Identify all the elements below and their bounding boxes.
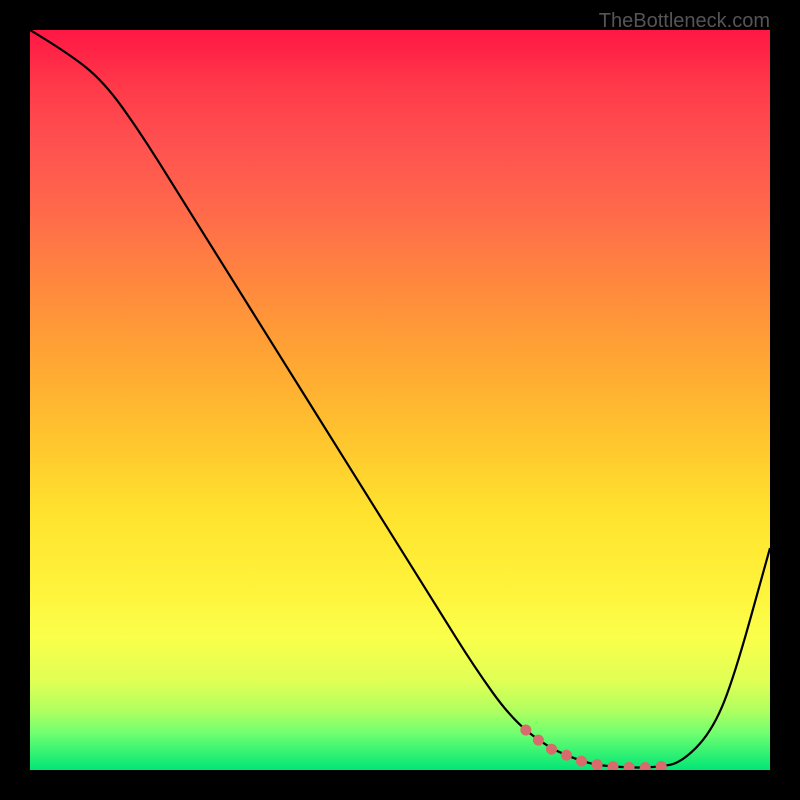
highlight-region [526, 730, 674, 768]
watermark-text: TheBottleneck.com [599, 10, 770, 33]
chart-svg [30, 30, 770, 770]
chart-container: TheBottleneck.com [0, 0, 800, 800]
bottleneck-curve [30, 30, 770, 768]
